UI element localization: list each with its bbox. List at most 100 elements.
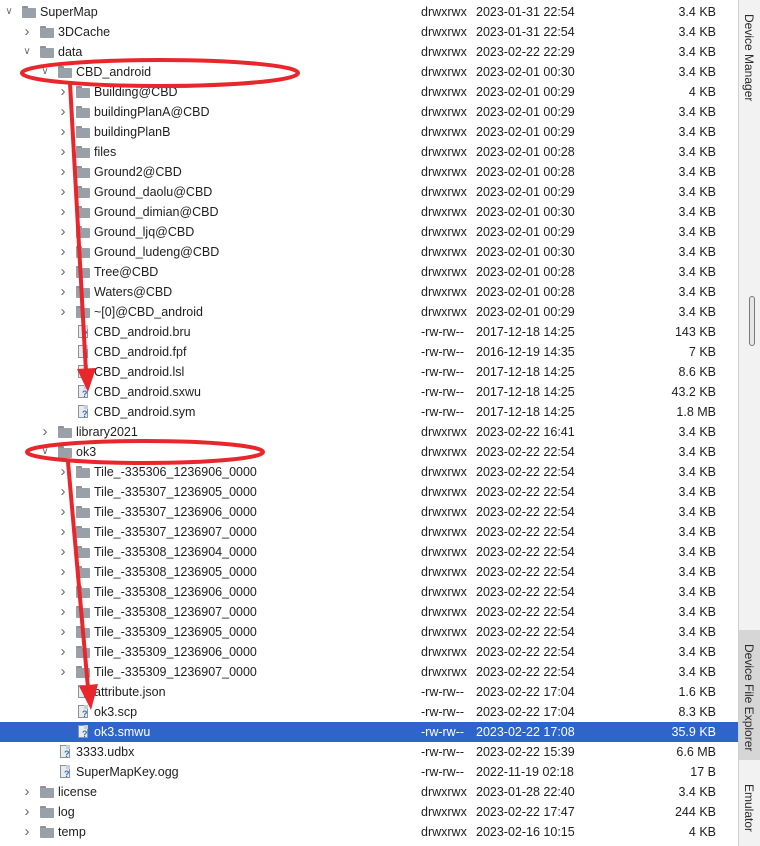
file-row[interactable]: ? SuperMapKey.ogg -rw-rw-- 2022-11-19 02:18…	[0, 762, 738, 782]
folder-row[interactable]: ∨ CBD_android drwxrwx 2023-02-01 00:30 3.4 K…	[0, 62, 738, 82]
item-name: SuperMapKey.ogg	[76, 765, 179, 779]
folder-row[interactable]: › Waters@CBD drwxrwx 2023-02-01 00:28 3.4 KB	[0, 282, 738, 302]
chevron-down-icon[interactable]: ∨	[39, 62, 51, 82]
folder-row[interactable]: › 3DCache drwxrwx 2023-01-31 22:54 3.4 KB	[0, 22, 738, 42]
folder-row[interactable]: › Ground_dimian@CBD drwxrwx 2023-02-01 00:3…	[0, 202, 738, 222]
chevron-right-icon[interactable]: ›	[57, 222, 69, 242]
scrollbar-thumb[interactable]	[749, 296, 755, 346]
chevron-right-icon[interactable]: ›	[57, 302, 69, 322]
chevron-right-icon[interactable]: ›	[57, 82, 69, 102]
folder-row[interactable]: › Tile_-335308_1236905_0000 drwxrwx 2023-02…	[0, 562, 738, 582]
chevron-right-icon[interactable]: ›	[21, 822, 33, 842]
chevron-right-icon[interactable]: ›	[57, 522, 69, 542]
tab-device-manager[interactable]: Device Manager	[739, 0, 760, 106]
folder-row[interactable]: ∨ ok3 drwxrwx 2023-02-22 22:54 3.4 KB	[0, 442, 738, 462]
folder-row[interactable]: › Tile_-335309_1236906_0000 drwxrwx 2023-02…	[0, 642, 738, 662]
chevron-right-icon[interactable]: ›	[57, 102, 69, 122]
chevron-right-icon[interactable]: ›	[57, 602, 69, 622]
item-name: attribute.json	[94, 685, 166, 699]
chevron-right-icon[interactable]: ›	[57, 482, 69, 502]
file-row[interactable]: ? CBD_android.lsl -rw-rw-- 2017-12-18 14:25…	[0, 362, 738, 382]
folder-row[interactable]: › Tile_-335309_1236907_0000 drwxrwx 2023-02…	[0, 662, 738, 682]
chevron-right-icon[interactable]: ›	[21, 802, 33, 822]
file-row[interactable]: ? ok3.smwu -rw-rw-- 2023-02-22 17:08 35.9 KB	[0, 722, 738, 742]
folder-row[interactable]: › Building@CBD drwxrwx 2023-02-01 00:29 4 KB	[0, 82, 738, 102]
chevron-right-icon[interactable]: ›	[57, 182, 69, 202]
file-row[interactable]: ? 3333.udbx -rw-rw-- 2023-02-22 15:39 6.6 MB	[0, 742, 738, 762]
file-row[interactable]: ? CBD_android.sxwu -rw-rw-- 2017-12-18 14:2…	[0, 382, 738, 402]
item-name: CBD_android.fpf	[94, 345, 187, 359]
folder-row[interactable]: › Tile_-335309_1236905_0000 drwxrwx 2023-02…	[0, 622, 738, 642]
item-size: 3.4 KB	[678, 225, 716, 239]
folder-row[interactable]: › Tile_-335307_1236905_0000 drwxrwx 2023-02…	[0, 482, 738, 502]
folder-icon	[58, 445, 72, 459]
chevron-right-icon[interactable]: ›	[57, 502, 69, 522]
folder-row[interactable]: › Tile_-335308_1236907_0000 drwxrwx 2023-02…	[0, 602, 738, 622]
item-name: temp	[58, 825, 86, 839]
chevron-right-icon[interactable]: ›	[57, 662, 69, 682]
file-row[interactable]: ? attribute.json -rw-rw-- 2023-02-22 17:04 1…	[0, 682, 738, 702]
folder-icon	[76, 565, 90, 579]
unknown-file-icon: ?	[76, 385, 90, 399]
item-permissions: drwxrwx	[421, 825, 467, 839]
chevron-down-icon[interactable]: ∨	[3, 2, 15, 22]
chevron-right-icon[interactable]: ›	[57, 122, 69, 142]
folder-row[interactable]: › Tile_-335308_1236904_0000 drwxrwx 2023-02…	[0, 542, 738, 562]
chevron-right-icon[interactable]: ›	[21, 22, 33, 42]
chevron-right-icon[interactable]: ›	[57, 142, 69, 162]
folder-row[interactable]: › Ground_daolu@CBD drwxrwx 2023-02-01 00:29…	[0, 182, 738, 202]
folder-row[interactable]: ∨ data drwxrwx 2023-02-22 22:29 3.4 KB	[0, 42, 738, 62]
chevron-down-icon[interactable]: ∨	[39, 442, 51, 462]
item-permissions: -rw-rw--	[421, 765, 465, 779]
item-date: 2023-02-22 22:54	[476, 465, 575, 479]
folder-row[interactable]: › ~[0]@CBD_android drwxrwx 2023-02-01 00:29…	[0, 302, 738, 322]
chevron-right-icon[interactable]: ›	[57, 622, 69, 642]
chevron-right-icon[interactable]: ›	[57, 642, 69, 662]
item-name: CBD_android.lsl	[94, 365, 185, 379]
folder-icon	[76, 305, 90, 319]
chevron-right-icon[interactable]: ›	[57, 202, 69, 222]
folder-row[interactable]: › Tile_-335307_1236907_0000 drwxrwx 2023-02…	[0, 522, 738, 542]
chevron-right-icon[interactable]: ›	[57, 582, 69, 602]
folder-row[interactable]: › Tree@CBD drwxrwx 2023-02-01 00:28 3.4 KB	[0, 262, 738, 282]
tab-emulator[interactable]: Emulator	[739, 772, 760, 846]
chevron-right-icon[interactable]: ›	[21, 782, 33, 802]
folder-row[interactable]: › license drwxrwx 2023-01-28 22:40 3.4 KB	[0, 782, 738, 802]
chevron-right-icon[interactable]: ›	[57, 162, 69, 182]
folder-row[interactable]: ∨ SuperMap drwxrwx 2023-01-31 22:54 3.4 KB	[0, 2, 738, 22]
folder-row[interactable]: › Tile_-335308_1236906_0000 drwxrwx 2023-02…	[0, 582, 738, 602]
unknown-file-icon: ?	[76, 725, 90, 739]
folder-row[interactable]: › buildingPlanA@CBD drwxrwx 2023-02-01 00:2…	[0, 102, 738, 122]
file-row[interactable]: ? CBD_android.bru -rw-rw-- 2017-12-18 14:25…	[0, 322, 738, 342]
file-row[interactable]: ? ok3.scp -rw-rw-- 2023-02-22 17:04 8.3 KB	[0, 702, 738, 722]
chevron-down-icon[interactable]: ∨	[21, 42, 33, 62]
folder-icon	[58, 425, 72, 439]
folder-row[interactable]: › Tile_-335306_1236906_0000 drwxrwx 2023-02…	[0, 462, 738, 482]
folder-icon	[76, 165, 90, 179]
item-permissions: drwxrwx	[421, 505, 467, 519]
folder-row[interactable]: › Ground2@CBD drwxrwx 2023-02-01 00:28 3.4 K…	[0, 162, 738, 182]
tab-device-manager-label: Device Manager	[742, 14, 756, 102]
unknown-file-icon: ?	[76, 685, 90, 699]
chevron-right-icon[interactable]: ›	[57, 282, 69, 302]
folder-row[interactable]: › Tile_-335307_1236906_0000 drwxrwx 2023-02…	[0, 502, 738, 522]
item-permissions: drwxrwx	[421, 785, 467, 799]
chevron-right-icon[interactable]: ›	[57, 462, 69, 482]
folder-row[interactable]: › Ground_ljq@CBD drwxrwx 2023-02-01 00:29 3.…	[0, 222, 738, 242]
chevron-right-icon[interactable]: ›	[57, 542, 69, 562]
file-row[interactable]: ? CBD_android.sym -rw-rw-- 2017-12-18 14:25…	[0, 402, 738, 422]
tab-device-file-explorer[interactable]: Device File Explorer	[739, 630, 760, 760]
folder-row[interactable]: › library2021 drwxrwx 2023-02-22 16:41 3.4 K…	[0, 422, 738, 442]
file-row[interactable]: ? CBD_android.fpf -rw-rw-- 2016-12-19 14:35…	[0, 342, 738, 362]
folder-row[interactable]: › Ground_ludeng@CBD drwxrwx 2023-02-01 00:3…	[0, 242, 738, 262]
folder-row[interactable]: › files drwxrwx 2023-02-01 00:28 3.4 KB	[0, 142, 738, 162]
folder-row[interactable]: › log drwxrwx 2023-02-22 17:47 244 KB	[0, 802, 738, 822]
folder-row[interactable]: › buildingPlanB drwxrwx 2023-02-01 00:29 3.4…	[0, 122, 738, 142]
chevron-right-icon[interactable]: ›	[39, 422, 51, 442]
chevron-right-icon[interactable]: ›	[57, 562, 69, 582]
item-permissions: -rw-rw--	[421, 725, 465, 739]
chevron-right-icon[interactable]: ›	[57, 262, 69, 282]
chevron-right-icon[interactable]: ›	[57, 242, 69, 262]
folder-row[interactable]: › temp drwxrwx 2023-02-16 10:15 4 KB	[0, 822, 738, 842]
file-tree[interactable]: ∨ SuperMap drwxrwx 2023-01-31 22:54 3.4 KB › 3…	[0, 0, 738, 846]
